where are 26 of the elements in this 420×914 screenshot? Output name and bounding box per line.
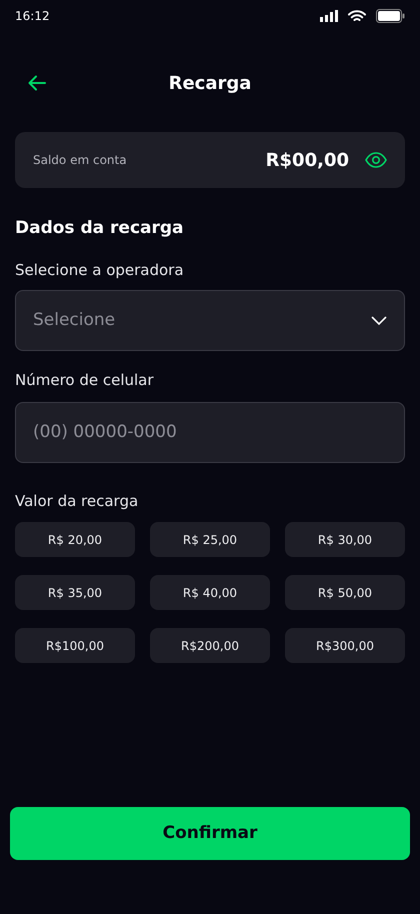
operator-select[interactable]: Selecione <box>15 290 405 351</box>
balance-value: R$00,00 <box>266 148 349 172</box>
screen-title: Recarga <box>168 72 252 96</box>
signal-icon <box>320 10 338 22</box>
phone-input[interactable]: (00) 00000-0000 <box>15 402 405 462</box>
amount-option[interactable]: R$300,00 <box>285 628 405 663</box>
back-button[interactable] <box>26 73 48 93</box>
amount-option[interactable]: R$ 30,00 <box>285 522 405 557</box>
battery-icon <box>376 9 405 23</box>
amount-option[interactable]: R$200,00 <box>150 628 270 663</box>
field-label: Valor da recarga <box>15 490 140 512</box>
field-label: Número de celular <box>15 370 155 391</box>
confirm-button[interactable]: Confirmar <box>10 807 410 860</box>
amount-option[interactable]: R$ 20,00 <box>15 522 135 557</box>
field-label: Selecione a operadora <box>15 260 185 280</box>
amount-option[interactable]: R$ 40,00 <box>150 575 270 610</box>
section-title: Dados da recarga <box>15 217 185 240</box>
wifi-icon <box>348 10 366 22</box>
status-time: 16:12 <box>15 8 50 25</box>
chevron-down-icon <box>371 316 387 326</box>
amount-option[interactable]: R$ 35,00 <box>15 575 135 610</box>
amount-option[interactable]: R$ 50,00 <box>285 575 405 610</box>
balance-label: Saldo em conta <box>33 152 127 169</box>
amount-option[interactable]: R$100,00 <box>15 628 135 663</box>
amount-option[interactable]: R$ 25,00 <box>150 522 270 557</box>
eye-icon[interactable] <box>365 152 387 168</box>
